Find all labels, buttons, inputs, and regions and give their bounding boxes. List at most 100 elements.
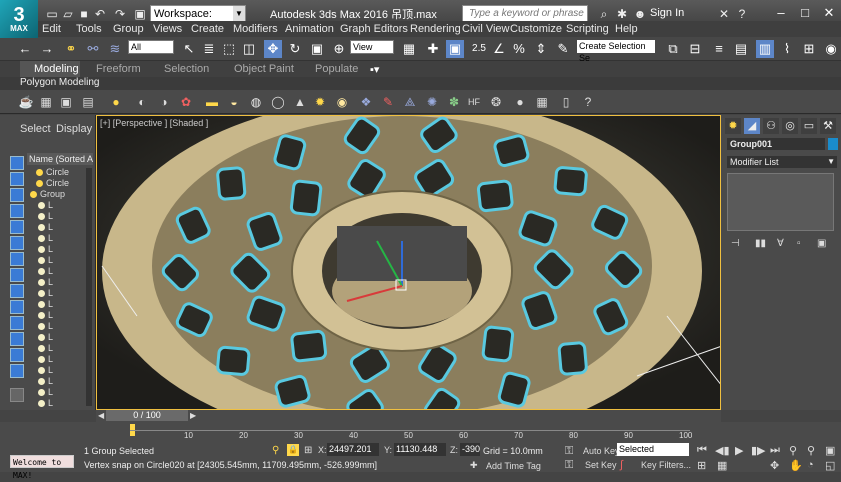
menu-graph-editors[interactable]: Graph Editors — [340, 23, 408, 35]
play-icon[interactable]: ▶ — [735, 444, 743, 457]
tab-populate[interactable]: Populate — [315, 63, 358, 75]
save-file-icon[interactable]: ■ — [76, 6, 92, 22]
user-icon[interactable]: ☻ — [632, 6, 648, 22]
visibility-bulb-icon[interactable] — [38, 400, 45, 408]
layers-icon[interactable]: ▤ — [732, 40, 750, 58]
menu-rendering[interactable]: Rendering — [410, 23, 461, 35]
visibility-bulb-icon[interactable] — [38, 257, 45, 265]
filter-cameras-icon[interactable] — [10, 204, 24, 218]
selection-set-dropdown[interactable]: Selected — [617, 443, 689, 456]
filter-xrefs-icon[interactable] — [10, 268, 24, 282]
filter-geometry-icon[interactable] — [10, 156, 24, 170]
rendered-frame-icon[interactable]: ▣ — [58, 94, 74, 110]
align-icon[interactable]: ⊟ — [686, 40, 704, 58]
camera-icon[interactable]: ◐ — [134, 94, 150, 110]
viewport-label[interactable]: [+] [Perspective ] [Shaded ] — [100, 118, 208, 128]
menu-modifiers[interactable]: Modifiers — [233, 23, 278, 35]
orbit-subobject-icon[interactable]: ◔ — [807, 459, 814, 471]
geosphere-icon[interactable]: ◉ — [334, 94, 350, 110]
keyboard-shortcut-icon[interactable]: ▣ — [446, 40, 464, 58]
undo-icon[interactable]: ← — [16, 40, 34, 58]
scene-explorer-tab-display[interactable]: Display — [56, 123, 92, 135]
visibility-bulb-icon[interactable] — [30, 191, 37, 199]
mirror-icon[interactable]: ⧉ — [664, 40, 682, 58]
render-setup-icon[interactable]: ▦ — [38, 94, 54, 110]
close-button[interactable]: ✕ — [818, 4, 840, 22]
placement-icon[interactable]: ⊕ — [330, 40, 348, 58]
visibility-bulb-icon[interactable] — [38, 279, 45, 287]
visibility-bulb-icon[interactable] — [36, 169, 43, 177]
go-to-end-icon[interactable]: ⏭ — [770, 444, 780, 457]
visibility-bulb-icon[interactable] — [38, 389, 45, 397]
filter-helpers-icon[interactable] — [10, 220, 24, 234]
select-scale-icon[interactable]: ▣ — [308, 40, 326, 58]
visibility-bulb-icon[interactable] — [38, 356, 45, 364]
hf-icon[interactable]: HF — [466, 94, 482, 110]
auto-key-button[interactable]: Auto Key — [583, 446, 620, 456]
filter-bones-icon[interactable] — [10, 284, 24, 298]
new-file-icon[interactable]: ▭ — [44, 6, 60, 22]
set-key-button[interactable]: Set Key — [585, 460, 617, 470]
menu-help[interactable]: Help — [615, 23, 638, 35]
zoom-all-icon[interactable]: ⚲ — [807, 444, 815, 457]
filter-lights-icon[interactable] — [10, 188, 24, 202]
redo-icon[interactable]: → — [38, 40, 56, 58]
cylinder-icon[interactable]: ◍ — [248, 94, 264, 110]
modifier-stack[interactable] — [727, 173, 834, 231]
scene-explorer-icon[interactable]: ▥ — [756, 40, 774, 58]
link-icon[interactable]: ⚭ — [62, 40, 80, 58]
pivot-center-icon[interactable]: ▦ — [400, 40, 418, 58]
project-folder-icon[interactable]: ▣ — [132, 6, 148, 22]
space-warp-icon[interactable]: ✿ — [178, 94, 194, 110]
open-file-icon[interactable]: ▱ — [60, 6, 76, 22]
percent-snap-icon[interactable]: % — [510, 40, 528, 58]
tab-modeling[interactable]: Modeling — [34, 63, 79, 75]
selection-filter-dropdown[interactable]: All — [128, 40, 174, 54]
visibility-bulb-icon[interactable] — [38, 312, 45, 320]
scene-explorer-tab-select[interactable]: Select — [20, 123, 51, 135]
layer-explorer-icon[interactable]: ≡ — [710, 40, 728, 58]
tab-freeform[interactable]: Freeform — [96, 63, 141, 75]
help-icon[interactable]: ? — [734, 6, 750, 22]
subscription-icon[interactable]: ✱ — [614, 6, 630, 22]
box-icon[interactable]: ▬ — [204, 94, 220, 110]
menu-edit[interactable]: Edit — [42, 23, 61, 35]
sphere-icon[interactable]: ◒ — [226, 94, 242, 110]
modifier-list-dropdown[interactable]: Modifier List ▼ — [727, 156, 837, 168]
absolute-mode-icon[interactable]: ⊞ — [304, 445, 312, 456]
bind-space-warp-icon[interactable]: ≋ — [106, 40, 124, 58]
time-tag-icon[interactable]: ✚ — [470, 460, 478, 471]
visibility-bulb-icon[interactable] — [36, 180, 43, 188]
pin-stack-icon[interactable]: ⊣ — [731, 238, 740, 249]
visibility-bulb-icon[interactable] — [38, 213, 45, 221]
named-selection-dropdown[interactable]: Create Selection Se — [577, 40, 655, 63]
maximize-viewport-icon[interactable]: ◱ — [825, 459, 835, 472]
reference-coordinate-dropdown[interactable]: View — [350, 40, 394, 54]
set-key-icon[interactable]: ⚿ — [565, 459, 573, 472]
display-icon[interactable]: ▯ — [558, 94, 574, 110]
select-move-icon[interactable]: ✥ — [264, 40, 282, 58]
schematic-view-icon[interactable]: ⊞ — [800, 40, 818, 58]
filter-hidden-icon[interactable] — [10, 332, 24, 346]
redo-icon[interactable]: ↷ — [112, 6, 128, 22]
menu-animation[interactable]: Animation — [285, 23, 334, 35]
visibility-bulb-icon[interactable] — [38, 202, 45, 210]
globe-icon[interactable]: ✺ — [424, 94, 440, 110]
filter-frozen-icon[interactable] — [10, 316, 24, 330]
material-editor-icon[interactable]: ◉ — [822, 40, 840, 58]
modify-tab-icon[interactable]: ◢ — [744, 118, 760, 134]
window-crossing-icon[interactable]: ◫ — [240, 40, 258, 58]
edit-named-selection-icon[interactable]: ✎ — [554, 40, 572, 58]
scene-explorer-scrollbar[interactable] — [86, 168, 92, 406]
zoom-extents-icon[interactable]: ▣ — [825, 444, 835, 457]
cone-icon[interactable]: ▲ — [292, 94, 308, 110]
maxscript-listener[interactable]: Welcome to MAX! — [10, 455, 74, 480]
paint-icon[interactable]: ✎ — [380, 94, 396, 110]
visibility-bulb-icon[interactable] — [38, 345, 45, 353]
perspective-viewport[interactable] — [96, 115, 721, 410]
rectangular-selection-icon[interactable]: ⬚ — [220, 40, 238, 58]
visibility-bulb-icon[interactable] — [38, 235, 45, 243]
curve-editor-icon[interactable]: ⌇ — [778, 40, 796, 58]
filter-toggle-icon[interactable] — [10, 388, 24, 402]
tab-object-paint[interactable]: Object Paint — [234, 63, 294, 75]
